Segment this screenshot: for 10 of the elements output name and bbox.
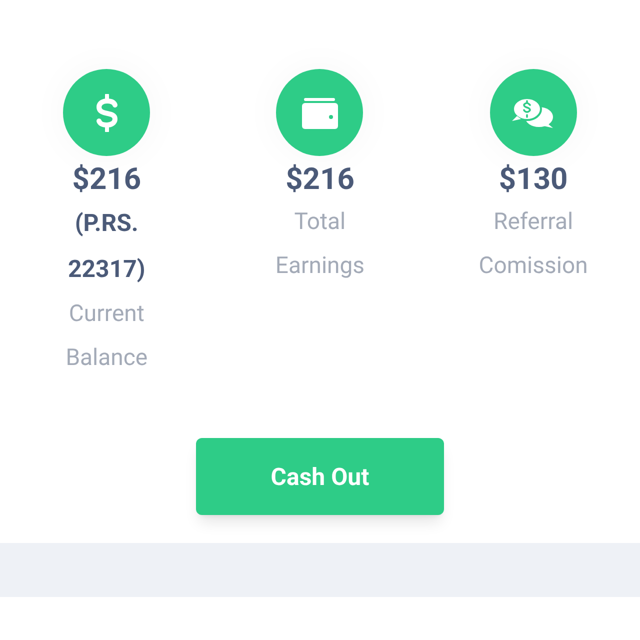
stat-label: Current Balance [64, 299, 149, 373]
converted-amount-text: (P.RS. 22317) [67, 208, 146, 285]
amount-text: $216 [286, 162, 354, 198]
stat-label: Total Earnings [274, 207, 366, 281]
amount-text: $130 [498, 162, 568, 198]
wallet-icon [300, 96, 339, 130]
cash-out-button[interactable]: Cash Out [196, 438, 444, 515]
amount-text: $216 [72, 162, 142, 198]
dollar-icon [94, 94, 120, 132]
stat-label: Referral Comission [478, 207, 589, 281]
